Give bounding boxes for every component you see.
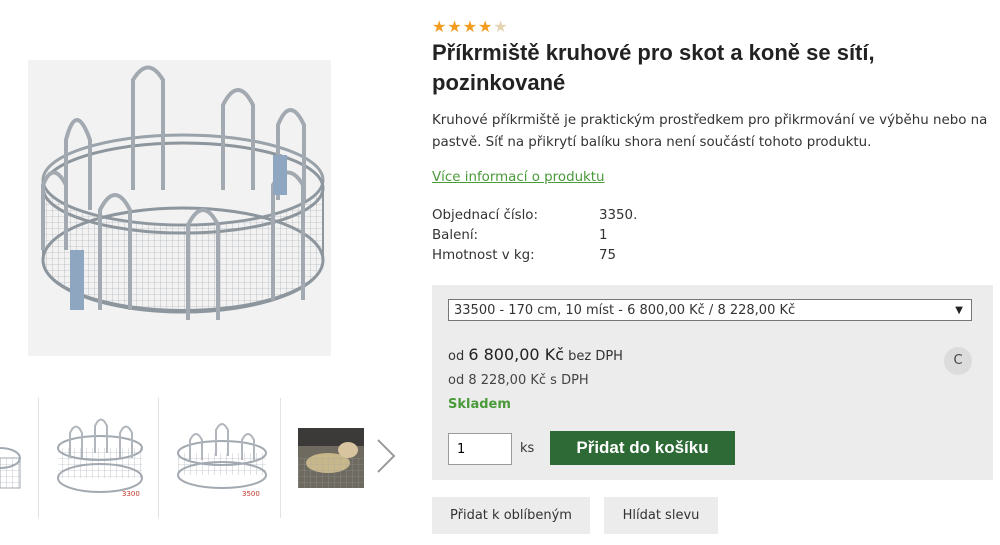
- add-to-cart-button[interactable]: Přidat do košíku: [550, 431, 735, 465]
- chevron-right-icon[interactable]: [372, 436, 402, 476]
- add-to-favorites-button[interactable]: Přidat k oblíbeným: [432, 497, 590, 534]
- price-excl-vat: od 6 800,00 Kč bez DPH: [448, 345, 623, 364]
- spec-value: 3350.: [599, 208, 638, 223]
- quantity-unit: ks: [520, 441, 535, 456]
- feeder-illustration: [41, 65, 325, 320]
- thumbnail-1[interactable]: [0, 398, 30, 518]
- stock-status: Skladem: [448, 397, 511, 412]
- thumbnail-strip: 3300 3500: [0, 398, 400, 518]
- feeder-thumbnail: [177, 423, 267, 489]
- dropdown-arrow-icon: ▼: [955, 305, 963, 316]
- price-incl-vat: od 8 228,00 Kč s DPH: [448, 373, 589, 388]
- thumb-divider: [38, 398, 39, 518]
- spec-label: Hmotnost v kg:: [432, 248, 535, 263]
- thumbnail-caption: 3300: [122, 490, 140, 498]
- compare-button[interactable]: C: [944, 347, 972, 375]
- spec-row: Objednací číslo: 3350.: [432, 206, 637, 226]
- thumb-divider: [158, 398, 159, 518]
- variant-selected-value: 33500 - 170 cm, 10 míst - 6 800,00 Kč / …: [454, 303, 796, 318]
- product-description: Kruhové příkrmiště je praktickým prostře…: [432, 113, 988, 150]
- watch-price-button[interactable]: Hlídat slevu: [604, 497, 718, 534]
- spec-label: Balení:: [432, 228, 479, 243]
- thumb-divider: [280, 398, 281, 518]
- spec-label: Objednací číslo:: [432, 208, 539, 223]
- price-suffix: bez DPH: [568, 349, 623, 364]
- thumbnail-caption: 3500: [242, 490, 260, 498]
- feeder-thumbnail: [0, 447, 21, 489]
- product-title: Příkrmiště kruhové pro skot a koně se sí…: [432, 40, 875, 95]
- rating-stars: ★★★★★: [432, 18, 509, 36]
- spec-value: 75: [599, 248, 617, 263]
- quantity-input[interactable]: [448, 433, 512, 465]
- thumbnail-2[interactable]: 3300: [50, 398, 160, 518]
- star-empty-icon: ★: [493, 17, 509, 36]
- star-filled-icon: ★★★★: [432, 17, 494, 36]
- main-product-image[interactable]: [28, 60, 331, 356]
- spec-row: Balení: 1: [432, 226, 637, 246]
- price-value: 6 800,00 Kč: [468, 345, 564, 364]
- feeder-thumbnail: [57, 418, 143, 493]
- buy-box: 33500 - 170 cm, 10 míst - 6 800,00 Kč / …: [432, 285, 993, 480]
- more-info-link[interactable]: Více informací o produktu: [432, 170, 605, 185]
- photo-thumbnail: [298, 428, 364, 488]
- variant-select[interactable]: 33500 - 170 cm, 10 míst - 6 800,00 Kč / …: [448, 299, 972, 321]
- thumbnail-4[interactable]: [298, 398, 364, 518]
- spec-row: Hmotnost v kg: 75: [432, 246, 637, 266]
- price-prefix: od: [448, 349, 465, 364]
- product-specs: Objednací číslo: 3350. Balení: 1 Hmotnos…: [432, 206, 637, 266]
- thumbnail-3[interactable]: 3500: [172, 398, 282, 518]
- spec-value: 1: [599, 228, 608, 243]
